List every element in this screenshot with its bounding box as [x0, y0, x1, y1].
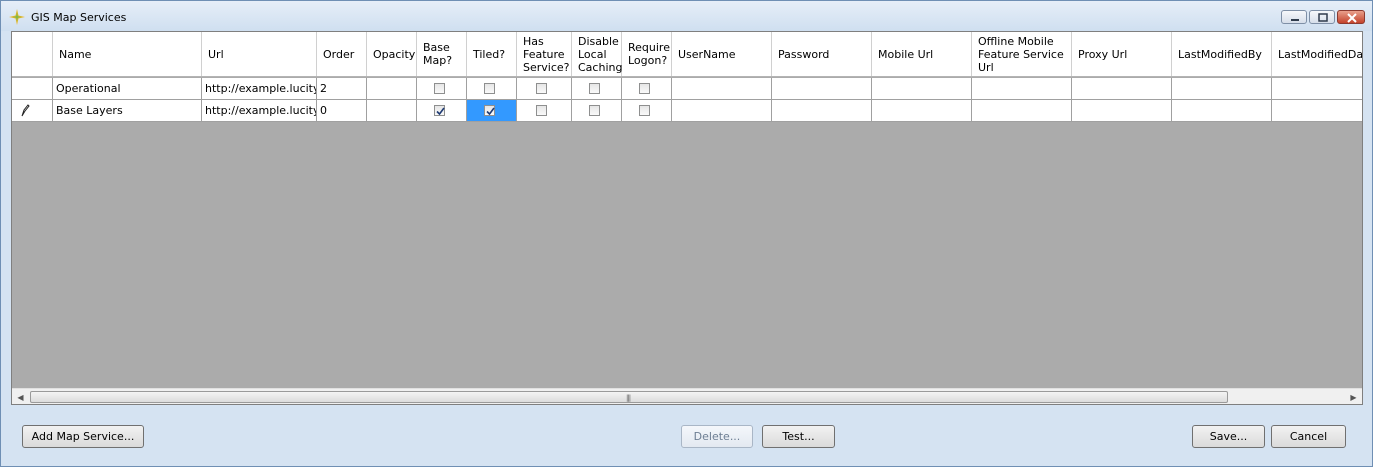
scroll-right-icon[interactable]: ▶: [1345, 389, 1362, 404]
delete-button[interactable]: Delete...: [681, 425, 753, 448]
column-header-opacity[interactable]: Opacity: [367, 32, 417, 76]
scrollbar-grip: |||: [626, 394, 631, 402]
minimize-icon: [1291, 19, 1299, 21]
row-header[interactable]: [12, 100, 53, 122]
checkbox-tiled[interactable]: [484, 83, 495, 94]
test-button[interactable]: Test...: [762, 425, 835, 448]
column-header-hasfeature[interactable]: Has Feature Service?: [517, 32, 572, 76]
table-row[interactable]: Operational http://example.lucity... 2: [12, 78, 1362, 100]
horizontal-scrollbar[interactable]: ◀ ||| ▶: [12, 388, 1362, 404]
column-header-offlineurl[interactable]: Offline Mobile Feature Service Url: [972, 32, 1072, 76]
close-button[interactable]: [1337, 10, 1365, 24]
cell-requirelogon[interactable]: [622, 100, 672, 122]
cell-opacity[interactable]: [367, 78, 417, 100]
cell-username[interactable]: [672, 78, 772, 100]
column-header-rowheader[interactable]: [12, 32, 53, 76]
save-button[interactable]: Save...: [1192, 425, 1265, 448]
cell-proxyurl[interactable]: [1072, 100, 1172, 122]
cell-basemap[interactable]: [417, 78, 467, 100]
cell-requirelogon[interactable]: [622, 78, 672, 100]
checkbox-tiled[interactable]: [484, 105, 495, 116]
cell-hasfeature[interactable]: [517, 78, 572, 100]
column-header-password[interactable]: Password: [772, 32, 872, 76]
map-services-grid: Name Url Order Opacity Base Map? Tiled? Has Fe…: [11, 31, 1363, 405]
cell-name[interactable]: Base Layers: [53, 100, 202, 122]
checkmark-icon: [436, 107, 445, 116]
window-title: GIS Map Services: [31, 11, 127, 24]
pencil-icon: [21, 104, 30, 117]
scroll-left-icon[interactable]: ◀: [12, 389, 29, 404]
column-header-tiled[interactable]: Tiled?: [467, 32, 517, 76]
column-header-lastdate[interactable]: LastModifiedDate: [1272, 32, 1362, 76]
cell-order[interactable]: 2: [317, 78, 367, 100]
scrollbar-thumb[interactable]: |||: [30, 391, 1228, 403]
column-header-username[interactable]: UserName: [672, 32, 772, 76]
cell-url[interactable]: http://example.lucity...: [202, 78, 317, 100]
cell-url[interactable]: http://example.lucity...: [202, 100, 317, 122]
restore-icon: [1318, 13, 1328, 22]
minimize-button[interactable]: [1281, 10, 1307, 24]
cell-offlineurl[interactable]: [972, 100, 1072, 122]
checkbox-hasfeature[interactable]: [536, 105, 547, 116]
cell-password[interactable]: [772, 100, 872, 122]
cell-lastby[interactable]: [1172, 100, 1272, 122]
cell-tiled[interactable]: [467, 78, 517, 100]
cancel-button[interactable]: Cancel: [1271, 425, 1346, 448]
checkbox-requirelogon[interactable]: [639, 83, 650, 94]
cell-lastdate[interactable]: [1272, 78, 1362, 100]
checkbox-disablecache[interactable]: [589, 105, 600, 116]
cell-password[interactable]: [772, 78, 872, 100]
cell-tiled[interactable]: [467, 100, 517, 122]
add-map-service-button[interactable]: Add Map Service...: [22, 425, 144, 448]
checkbox-basemap[interactable]: [434, 105, 445, 116]
cell-lastdate[interactable]: [1272, 100, 1362, 122]
cell-disablecache[interactable]: [572, 78, 622, 100]
cell-username[interactable]: [672, 100, 772, 122]
gis-map-services-window: GIS Map Services Name Url Order Opacity Base…: [0, 0, 1373, 467]
cell-hasfeature[interactable]: [517, 100, 572, 122]
cell-opacity[interactable]: [367, 100, 417, 122]
cell-lastby[interactable]: [1172, 78, 1272, 100]
checkbox-basemap[interactable]: [434, 83, 445, 94]
column-header-mobileurl[interactable]: Mobile Url: [872, 32, 972, 76]
checkbox-disablecache[interactable]: [589, 83, 600, 94]
column-header-disablecache[interactable]: Disable Local Caching: [572, 32, 622, 76]
column-header-basemap[interactable]: Base Map?: [417, 32, 467, 76]
grid-header-row: Name Url Order Opacity Base Map? Tiled? Has Fe…: [12, 32, 1362, 77]
table-row[interactable]: Base Layers http://example.lucity... 0: [12, 100, 1362, 122]
cell-proxyurl[interactable]: [1072, 78, 1172, 100]
app-star-icon: [9, 9, 25, 25]
row-header[interactable]: [12, 78, 53, 100]
cell-order[interactable]: 0: [317, 100, 367, 122]
cell-mobileurl[interactable]: [872, 100, 972, 122]
column-header-url[interactable]: Url: [202, 32, 317, 76]
column-header-name[interactable]: Name: [53, 32, 202, 76]
column-header-proxyurl[interactable]: Proxy Url: [1072, 32, 1172, 76]
restore-button[interactable]: [1309, 10, 1335, 24]
cell-offlineurl[interactable]: [972, 78, 1072, 100]
title-bar[interactable]: GIS Map Services: [1, 1, 1372, 31]
checkbox-requirelogon[interactable]: [639, 105, 650, 116]
column-header-order[interactable]: Order: [317, 32, 367, 76]
close-icon: [1347, 13, 1357, 23]
cell-name[interactable]: Operational: [53, 78, 202, 100]
checkmark-icon: [486, 107, 495, 116]
column-header-lastby[interactable]: LastModifiedBy: [1172, 32, 1272, 76]
column-header-requirelogon[interactable]: Require Logon?: [622, 32, 672, 76]
checkbox-hasfeature[interactable]: [536, 83, 547, 94]
cell-mobileurl[interactable]: [872, 78, 972, 100]
cell-disablecache[interactable]: [572, 100, 622, 122]
cell-basemap[interactable]: [417, 100, 467, 122]
